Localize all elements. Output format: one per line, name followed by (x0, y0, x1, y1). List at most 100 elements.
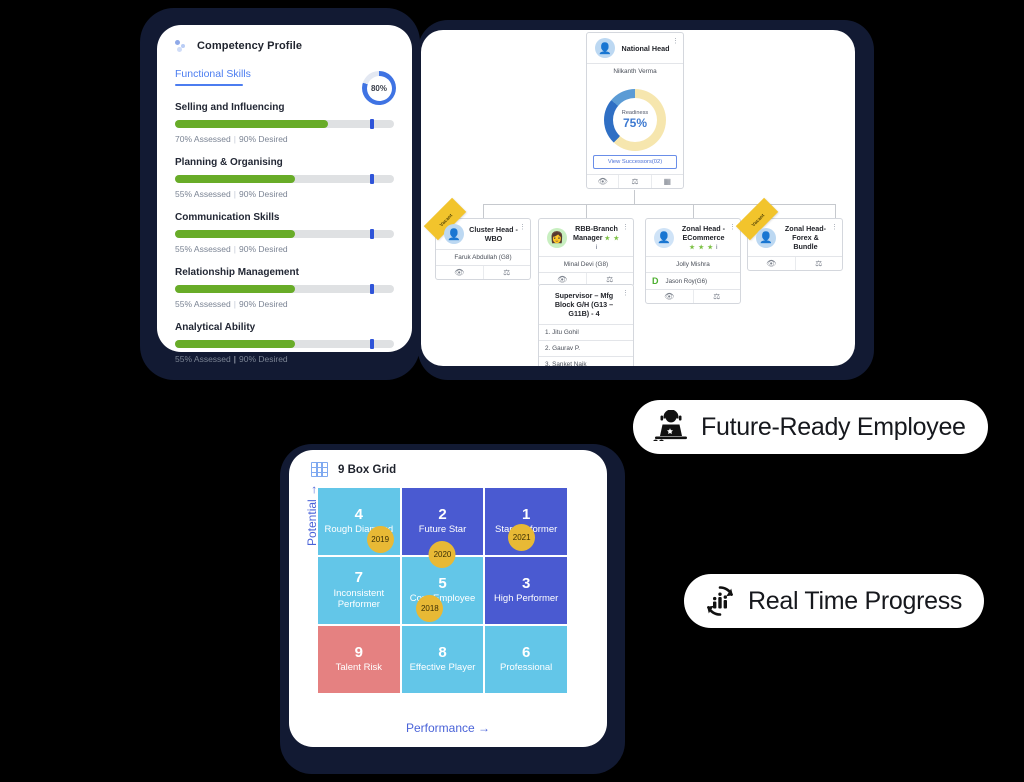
node-person: Jolly Mishra (646, 256, 740, 272)
skill-progress-fill (175, 230, 296, 238)
cell-label: High Performer (493, 593, 559, 605)
skill-meta: 55% Assessed | 90% Desired (175, 189, 394, 199)
skill-name: Relationship Management (175, 267, 299, 278)
supervisor-member: 1. Jitu Gohil (539, 324, 633, 340)
avatar: 👤 (654, 227, 674, 248)
node-menu-icon[interactable]: ⋮ (622, 224, 629, 231)
badge-label: Future-Ready Employee (701, 412, 966, 441)
skill-assessed: 55% Assessed (175, 244, 231, 254)
node-role: Zonal Head- Forex & Bundle (784, 224, 827, 251)
supervisor-member: 2. Gaurav P. (539, 340, 633, 356)
cell-number: 8 (438, 643, 447, 661)
hierarchy-icon[interactable]: ⚖ (692, 290, 741, 303)
year-marker[interactable]: 2019 (366, 526, 394, 553)
skill-meta: 55% Assessed | 90% Desired (175, 244, 394, 254)
connector (483, 204, 484, 218)
connector (483, 204, 835, 205)
hierarchy-icon[interactable]: ⚖ (794, 257, 843, 270)
cell-number: 4 (354, 505, 363, 523)
cell-number: 6 (521, 643, 531, 661)
org-node-supervisor[interactable]: Supervisor – Mfg Block G/H (G13 – G11B) … (538, 284, 634, 366)
avatar: 👤 (595, 38, 615, 58)
node-successor-row[interactable]: D Jason Roy(G6) (646, 272, 740, 289)
org-node-branch-manager[interactable]: 👩 RBB-Branch Manager ★ ★ i ⋮ Minal Devi … (538, 218, 634, 287)
eye-icon[interactable]: 👁 (436, 266, 483, 279)
view-successors-button[interactable]: View Successors(02) (593, 155, 677, 169)
info-icon[interactable]: i (716, 245, 718, 251)
skill-item: Analytical Ability 55% Assessed | 90% Desir… (175, 322, 394, 364)
nine-box-cell[interactable]: 4 Rough Diamond 2019 (318, 488, 400, 555)
readiness-gauge: Readiness 75% (604, 89, 666, 151)
node-menu-icon[interactable]: ⋮ (831, 224, 838, 231)
hierarchy-icon[interactable]: ⚖ (618, 175, 650, 188)
skill-assessed: 55% Assessed (175, 299, 231, 309)
avatar: 👤 (444, 224, 464, 244)
node-header: Supervisor – Mfg Block G/H (G13 – G11B) … (539, 285, 633, 324)
page-title: Competency Profile (197, 40, 303, 52)
skill-list: Selling and Influencing 70% Assessed | 90% … (157, 86, 412, 364)
skill-progress-fill (175, 120, 329, 128)
grid-icon[interactable]: ▦ (650, 175, 683, 188)
overall-score-gauge: 80% (362, 71, 396, 105)
node-menu-icon[interactable]: ⋮ (519, 224, 526, 231)
eye-icon[interactable]: 👁 (646, 290, 693, 303)
skill-progress-bar (175, 229, 394, 239)
connector (586, 204, 587, 218)
org-node-cluster-head[interactable]: Vacant 👤 Cluster Head - WBO ⋮ Faruk Abdu… (423, 197, 531, 280)
org-node-national-head[interactable]: 👤 National Head ⋮ Nilkanth Verma Readine… (586, 32, 684, 189)
skill-assessed: 55% Assessed (175, 354, 231, 364)
grid-icon (311, 462, 328, 477)
org-node-zonal-head-ecommerce[interactable]: 👤 Zonal Head - ECommerce ★ ★ ★ i ⋮ Jolly… (645, 218, 741, 304)
node-header: 👤 National Head ⋮ (587, 33, 683, 63)
skill-target-marker (370, 284, 375, 294)
badge-future-ready-employee[interactable]: Future-Ready Employee (633, 400, 988, 454)
gauge-value: 80% (370, 83, 387, 93)
skill-desired: 90% Desired (238, 354, 288, 364)
node-role: Supervisor – Mfg Block G/H (G13 – G11B) … (554, 291, 614, 318)
node-header: 👩 RBB-Branch Manager ★ ★ i ⋮ (539, 219, 633, 256)
info-icon[interactable]: i (596, 245, 598, 251)
year-marker[interactable]: 2021 (508, 524, 536, 551)
competency-profile-card: Competency Profile Functional Skills 80%… (157, 25, 412, 364)
nine-box-cell[interactable]: 7 Inconsistent Performer (318, 557, 400, 624)
skill-assessed: 70% Assessed (175, 134, 231, 144)
skill-meta: 55% Assessed | 90% Desired (175, 354, 394, 364)
avatar: 👤 (756, 227, 776, 248)
cell-number: 9 (354, 643, 363, 661)
node-role: Zonal Head - ECommerce ★ ★ ★ i (679, 224, 728, 251)
org-chart-card: 👤 National Head ⋮ Nilkanth Verma Readine… (421, 30, 855, 366)
skill-desired: 90% Desired (238, 299, 288, 309)
cell-label: Future Star (418, 524, 467, 536)
year-marker[interactable]: 2018 (416, 595, 444, 622)
nine-box-cell[interactable]: 1 Star Performer 2021 (485, 488, 567, 555)
skill-meta-separator: | (233, 189, 236, 199)
nine-box-cell[interactable]: 8 Effective Player (401, 626, 484, 693)
nine-box-cell[interactable]: 2 Future Star 2020 (401, 488, 484, 568)
hierarchy-icon[interactable]: ⚖ (482, 266, 531, 279)
connector (835, 204, 836, 218)
node-menu-icon[interactable]: ⋮ (622, 290, 629, 297)
node-menu-icon[interactable]: ⋮ (672, 38, 679, 45)
supervisor-member: 3. Sanket Naik (539, 356, 633, 366)
skill-desired: 90% Desired (238, 244, 288, 254)
nine-box-cell[interactable]: 6 Professional (485, 626, 567, 693)
skill-progress-bar (175, 284, 394, 294)
person-at-laptop-icon (651, 410, 691, 444)
nine-box-cell[interactable]: 9 Talent Risk (318, 626, 400, 693)
eye-icon[interactable]: 👁 (587, 175, 618, 188)
org-chart-canvas: 👤 National Head ⋮ Nilkanth Verma Readine… (421, 30, 855, 366)
node-person: Minal Devi (G8) (539, 256, 633, 272)
skill-name: Planning & Organising (175, 157, 283, 168)
eye-icon[interactable]: 👁 (748, 257, 795, 270)
nine-box-body: Potential → 4 Rough Diamond 2019 2 Future St… (289, 484, 607, 747)
year-marker[interactable]: 2020 (428, 541, 456, 568)
skill-name: Analytical Ability (175, 322, 256, 333)
competency-header: Competency Profile (157, 25, 412, 53)
node-person: Faruk Abdullah (G8) (436, 249, 530, 265)
badge-real-time-progress[interactable]: Real Time Progress (684, 574, 985, 628)
competency-tabs: Functional Skills (175, 64, 375, 86)
org-node-zonal-head-forex[interactable]: Vacant 👤 Zonal Head- Forex & Bundle ⋮ 👁 … (735, 197, 843, 271)
nine-box-matrix: 4 Rough Diamond 2019 2 Future Star 2020 1 Star … (318, 488, 567, 693)
nine-box-cell[interactable]: 3 High Performer (485, 557, 567, 624)
skill-progress-bar (175, 339, 394, 349)
